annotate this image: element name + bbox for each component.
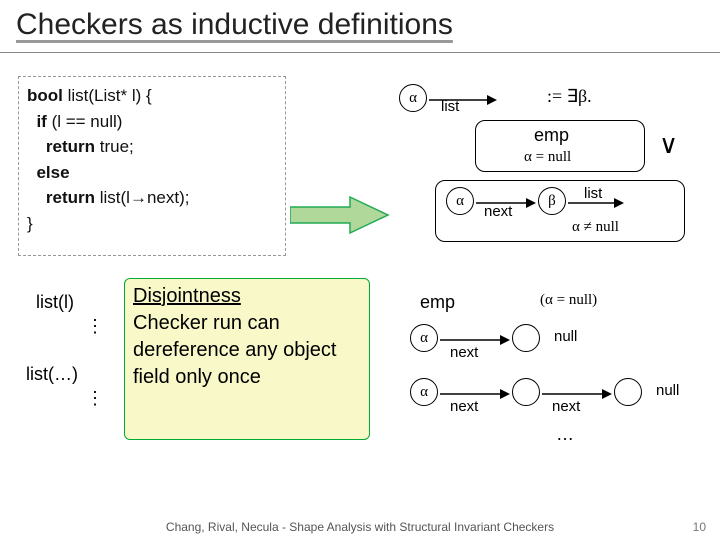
alpha-label: α <box>456 193 464 209</box>
footer-text: Chang, Rival, Necula - Shape Analysis wi… <box>0 520 720 534</box>
code-line: return true; <box>27 134 277 160</box>
node-alpha-2: α <box>446 187 474 215</box>
arrow-icon <box>429 94 497 106</box>
callout-body: Checker run can dereference any object f… <box>133 310 361 391</box>
kw-return: return <box>27 137 95 156</box>
null-label: null <box>656 382 679 399</box>
node-empty <box>512 378 540 406</box>
or-symbol: ∨ <box>659 130 678 160</box>
code-line: return list(l→next); <box>27 185 277 211</box>
not-null: α ≠ null <box>572 219 619 236</box>
node-empty <box>614 378 642 406</box>
emp-label: emp <box>420 292 455 313</box>
callout-box: Disjointness Checker run can dereference… <box>124 278 370 440</box>
alpha-label: α <box>420 384 428 400</box>
next-label: next <box>484 203 512 220</box>
call-item: list(l) <box>36 292 74 313</box>
code-text: true; <box>95 137 134 156</box>
kw-bool: bool <box>27 86 63 105</box>
alpha-label: α <box>420 330 428 346</box>
arrow-block-icon <box>290 195 390 235</box>
alpha-label: α <box>409 90 417 106</box>
emp-box: emp α = null <box>475 120 645 172</box>
code-text: (l == null) <box>47 112 123 131</box>
step-box: α next β list α ≠ null <box>435 180 685 242</box>
ellipsis: … <box>556 424 574 445</box>
node-empty <box>512 324 540 352</box>
vdots-icon: ⋮ <box>86 394 104 403</box>
page-title: Checkers as inductive definitions <box>0 0 720 53</box>
kw-return: return <box>27 188 95 207</box>
callout-title: Disjointness <box>133 283 361 310</box>
node-beta: β <box>538 187 566 215</box>
list-label-2: list <box>584 185 602 202</box>
next-label: next <box>450 398 478 415</box>
code-text: list(l→next); <box>95 188 189 207</box>
beta-label: β <box>548 193 556 209</box>
eq-null-paren: (α = null) <box>540 292 597 309</box>
node-alpha: α <box>410 378 438 406</box>
expansion-diagram: emp (α = null) α next null α next next n… <box>400 288 710 468</box>
assign-exists: := ∃β. <box>547 86 592 107</box>
eq-null: α = null <box>524 149 571 166</box>
code-line: else <box>27 160 277 186</box>
node-alpha: α <box>399 84 427 112</box>
node-alpha: α <box>410 324 438 352</box>
emp-label: emp <box>534 125 569 146</box>
vdots-icon: ⋮ <box>86 322 104 331</box>
code-box: bool list(List* l) { if (l == null) retu… <box>18 76 286 256</box>
kw-if: if <box>27 112 47 131</box>
definition-diagram: α list := ∃β. emp α = null ∨ α next β li… <box>395 80 705 260</box>
code-line: bool list(List* l) { <box>27 83 277 109</box>
page-number: 10 <box>693 520 706 534</box>
next-label: next <box>552 398 580 415</box>
call-item: list(…) <box>26 364 78 385</box>
code-text: list(List* l) { <box>63 86 152 105</box>
code-line: } <box>27 211 277 237</box>
null-label: null <box>554 328 577 345</box>
code-line: if (l == null) <box>27 109 277 135</box>
kw-else: else <box>27 163 70 182</box>
next-label: next <box>450 344 478 361</box>
